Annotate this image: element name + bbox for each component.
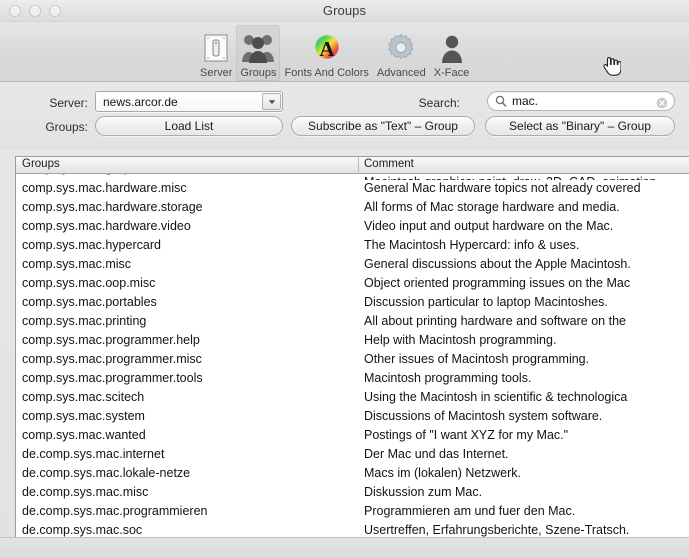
toolbar: Server Groups A Fonts And Colors Advance… — [0, 22, 689, 82]
svg-text:A: A — [319, 37, 335, 61]
table-row[interactable]: comp.sys.mac.programmer.help Help with Ma… — [16, 332, 689, 351]
cell-group: de.comp.sys.mac.programmieren — [22, 504, 208, 518]
cell-group: comp.sys.mac.programmer.help — [22, 333, 200, 347]
cell-group: comp.sys.mac.portables — [22, 295, 157, 309]
cell-comment: Other issues of Macintosh programming. — [364, 352, 590, 366]
cell-group: comp.sys.mac.printing — [22, 314, 147, 328]
cell-comment: Object oriented programming issues on th… — [364, 276, 631, 290]
table-row[interactable]: comp.sys.mac.programmer.tools Macintosh p… — [16, 370, 689, 389]
table-row[interactable]: comp.sys.mac.scitech Using the Macintosh … — [16, 389, 689, 408]
table-row[interactable]: comp.sys.mac.hardware.misc General Mac ha… — [16, 180, 689, 199]
groups-icon — [241, 32, 275, 64]
groups-preferences-window: Groups Server Groups A Fonts And Colors … — [0, 0, 689, 558]
server-icon — [201, 32, 231, 64]
cell-group: comp.sys.mac.programmer.misc — [22, 352, 202, 366]
cell-comment: Help with Macintosh programming. — [364, 333, 557, 347]
cell-group: comp.sys.mac.system — [22, 409, 145, 423]
table-row[interactable]: de.comp.sys.mac.misc Diskussion zum Mac. — [16, 484, 689, 503]
toolbar-item-label: X-Face — [433, 67, 470, 79]
cell-group: comp.sys.mac.scitech — [22, 390, 145, 404]
cell-group: comp.sys.mac.hypercard — [22, 238, 161, 252]
groups-label: Groups: — [45, 120, 88, 134]
cell-group: de.comp.sys.mac.internet — [22, 447, 165, 461]
table-row[interactable]: comp.sys.mac.wanted Postings of "I want X… — [16, 427, 689, 446]
search-input[interactable] — [512, 94, 652, 108]
cell-group: de.comp.sys.mac.soc — [22, 523, 143, 537]
table-row[interactable]: comp.sys.mac.hardware.storage All forms o… — [16, 199, 689, 218]
cell-comment: Using the Macintosh in scientific & tech… — [364, 390, 628, 404]
cell-comment: Discussion particular to laptop Macintos… — [364, 295, 608, 309]
server-dropdown[interactable]: news.arcor.de — [95, 91, 283, 112]
toolbar-item-server[interactable]: Server — [196, 25, 236, 81]
cell-group: comp.sys.mac.wanted — [22, 428, 146, 442]
bottom-bar — [0, 537, 689, 558]
table-row[interactable]: comp.sys.mac.oop.misc Object oriented pro… — [16, 275, 689, 294]
table-body[interactable]: comp.sys.mac.graphics Macintosh graphics… — [16, 174, 689, 537]
column-header-comment[interactable]: Comment — [364, 158, 414, 170]
toolbar-item-fonts-and-colors[interactable]: A Fonts And Colors — [280, 25, 372, 81]
cell-group: comp.sys.mac.hardware.video — [22, 219, 191, 233]
toolbar-item-label: Fonts And Colors — [284, 67, 369, 79]
column-divider[interactable] — [358, 157, 359, 174]
cell-group: de.comp.sys.mac.lokale-netze — [22, 466, 191, 480]
cell-group: comp.sys.mac.programmer.tools — [22, 371, 203, 385]
server-dropdown-value: news.arcor.de — [103, 95, 178, 109]
table-row[interactable]: de.comp.sys.mac.soc Usertreffen, Erfahrun… — [16, 522, 689, 537]
cell-comment: Macintosh programming tools. — [364, 371, 532, 385]
table-row[interactable]: de.comp.sys.mac.lokale-netze Macs im (lok… — [16, 465, 689, 484]
table-row[interactable]: comp.sys.mac.system Discussions of Macint… — [16, 408, 689, 427]
groups-table[interactable]: Groups Comment comp.sys.mac.graphics Mac… — [15, 156, 689, 537]
cell-comment: Macs im (lokalen) Netzwerk. — [364, 466, 521, 480]
cell-comment: The Macintosh Hypercard: info & uses. — [364, 238, 580, 252]
cell-comment: Video input and output hardware on the M… — [364, 219, 614, 233]
cell-comment: Der Mac und das Internet. — [364, 447, 509, 461]
search-label: Search: — [418, 96, 460, 110]
cell-comment: Programmieren am und fuer den Mac. — [364, 504, 576, 518]
cell-comment: General discussions about the Apple Maci… — [364, 257, 631, 271]
table-header: Groups Comment — [16, 157, 689, 174]
table-row[interactable]: comp.sys.mac.hypercard The Macintosh Hype… — [16, 237, 689, 256]
cell-comment: Discussions of Macintosh system software… — [364, 409, 603, 423]
toolbar-item-x-face[interactable]: X-Face — [430, 25, 473, 81]
cell-comment: All forms of Mac storage hardware and me… — [364, 200, 620, 214]
cell-comment: General Mac hardware topics not already … — [364, 181, 641, 195]
cell-group: de.comp.sys.mac.misc — [22, 485, 149, 499]
fonts-and-colors-icon: A — [311, 32, 343, 64]
toolbar-item-groups[interactable]: Groups — [236, 25, 281, 81]
clear-circle-icon[interactable] — [656, 96, 668, 114]
cell-group: comp.sys.mac.hardware.misc — [22, 181, 187, 195]
toolbar-item-label: Groups — [240, 67, 277, 79]
table-row[interactable]: de.comp.sys.mac.internet Der Mac und das … — [16, 446, 689, 465]
subscribe-as-text-group-button[interactable]: Subscribe as "Text" – Group — [291, 116, 475, 136]
table-row[interactable]: comp.sys.mac.hardware.video Video input a… — [16, 218, 689, 237]
cell-comment: Usertreffen, Erfahrungsberichte, Szene-T… — [364, 523, 630, 537]
cell-comment: Postings of "I want XYZ for my Mac." — [364, 428, 569, 442]
x-face-icon — [439, 32, 465, 64]
table-row[interactable]: comp.sys.mac.misc General discussions abo… — [16, 256, 689, 275]
cell-group: comp.sys.mac.oop.misc — [22, 276, 156, 290]
table-row[interactable]: de.comp.sys.mac.programmieren Programmier… — [16, 503, 689, 522]
table-row[interactable]: comp.sys.mac.printing All about printing … — [16, 313, 689, 332]
column-header-groups[interactable]: Groups — [22, 158, 60, 170]
magnifier-icon — [495, 95, 507, 113]
chevron-down-icon[interactable] — [262, 93, 281, 110]
toolbar-item-label: Advanced — [376, 67, 426, 79]
cell-group: comp.sys.mac.graphics — [22, 174, 358, 175]
cell-comment: All about printing hardware and software… — [364, 314, 626, 328]
toolbar-item-advanced[interactable]: Advanced — [373, 25, 430, 81]
cell-comment: Diskussion zum Mac. — [364, 485, 483, 499]
table-row[interactable]: comp.sys.mac.programmer.misc Other issues… — [16, 351, 689, 370]
select-as-binary-group-button[interactable]: Select as "Binary" – Group — [485, 116, 675, 136]
cell-group: comp.sys.mac.hardware.storage — [22, 200, 203, 214]
server-label: Server: — [49, 96, 88, 110]
window-title: Groups — [322, 3, 367, 18]
gear-icon — [385, 32, 417, 64]
toolbar-item-label: Server — [200, 67, 233, 79]
title-bar: Groups — [0, 0, 689, 22]
load-list-button[interactable]: Load List — [95, 116, 283, 136]
cell-group: comp.sys.mac.misc — [22, 257, 132, 271]
table-row[interactable]: comp.sys.mac.portables Discussion particu… — [16, 294, 689, 313]
search-field[interactable] — [487, 91, 675, 111]
